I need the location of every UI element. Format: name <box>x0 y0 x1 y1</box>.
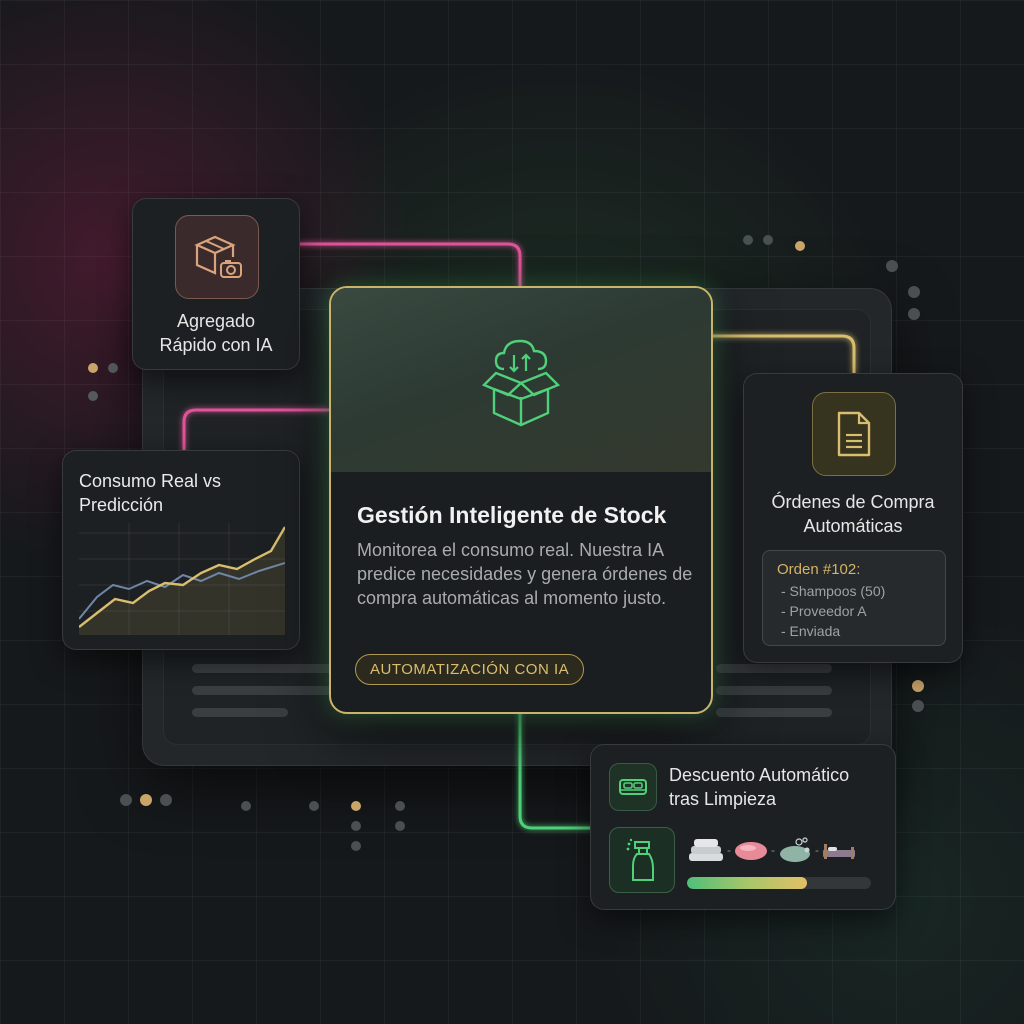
cleaning-progress-bar <box>687 877 871 889</box>
bed-icon <box>609 763 657 811</box>
cleaning-discount-label: Descuento Automático tras Limpieza <box>669 763 849 811</box>
auto-purchase-orders-card[interactable]: Órdenes de Compra Automáticas Orden #102… <box>743 373 963 663</box>
separator: - <box>815 843 819 857</box>
order-line: - Shampoos (50) <box>781 583 886 599</box>
order-line: - Proveedor A <box>781 603 867 619</box>
consumption-chart-card[interactable]: Consumo Real vs Predicción <box>62 450 300 650</box>
cleaning-discount-card[interactable]: Descuento Automático tras Limpieza - - - <box>590 744 896 910</box>
connector-magenta-left <box>182 408 329 452</box>
quick-add-label: Agregado Rápido con IA <box>133 309 299 357</box>
connector-magenta-top <box>298 242 522 288</box>
connector-gold-right <box>710 334 856 374</box>
cloud-box-icon <box>481 339 561 427</box>
consumption-title-line2: Predicción <box>79 495 164 515</box>
consumption-title-line1: Consumo Real vs <box>79 471 222 491</box>
ai-automation-badge[interactable]: AUTOMATIZACIÓN CON IA <box>355 654 585 685</box>
auto-orders-label-line1: Órdenes de Compra <box>771 492 935 512</box>
cleaning-items: - - - <box>687 835 857 865</box>
cleaning-progress-fill <box>687 877 807 889</box>
cleaning-discount-label-line2: tras Limpieza <box>669 789 777 809</box>
towels-icon <box>689 839 723 861</box>
auto-orders-label: Órdenes de Compra Automáticas <box>744 490 962 538</box>
quick-add-label-line1: Agregado <box>176 311 256 331</box>
smart-stock-card[interactable]: Gestión Inteligente de Stock Monitorea e… <box>329 286 713 714</box>
quick-add-label-line2: Rápido con IA <box>159 335 273 355</box>
soap-icon <box>735 842 767 860</box>
connector-green-bottom <box>518 710 592 830</box>
soap-bubbles-icon <box>780 837 810 862</box>
quick-add-card[interactable]: Agregado Rápido con IA <box>132 198 300 370</box>
order-summary[interactable]: Orden #102: - Shampoos (50) - Proveedor … <box>762 550 946 646</box>
consumption-chart-title: Consumo Real vs Predicción <box>79 469 221 517</box>
order-title: Orden #102: <box>777 561 861 578</box>
auto-orders-label-line2: Automáticas <box>803 516 903 536</box>
smart-stock-description: Monitorea el consumo real. Nuestra IA pr… <box>357 540 693 608</box>
bed-icon <box>823 844 855 859</box>
spray-bottle-icon <box>609 827 675 893</box>
package-camera-icon <box>175 215 259 299</box>
document-icon <box>812 392 896 476</box>
separator: - <box>771 843 775 857</box>
smart-stock-title: Gestión Inteligente de Stock <box>357 502 667 528</box>
consumption-chart <box>79 523 285 635</box>
smart-stock-hero <box>331 288 711 472</box>
cleaning-discount-label-line1: Descuento Automático <box>669 765 850 785</box>
order-line: - Enviada <box>781 623 841 639</box>
separator: - <box>727 843 731 857</box>
